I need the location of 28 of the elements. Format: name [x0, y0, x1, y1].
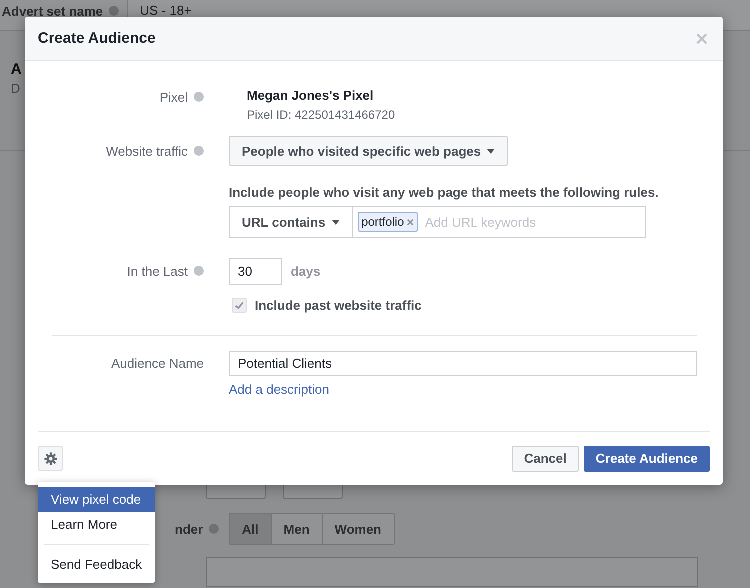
rules-heading: Include people who visit any web page that meets the following rules.: [229, 185, 659, 200]
condition-dropdown[interactable]: URL contains: [229, 206, 353, 238]
section-title: A: [11, 61, 22, 78]
field-label: Audience Name: [112, 356, 204, 371]
keywords-field[interactable]: portfolio Add URL keywords: [352, 206, 646, 238]
traffic-dropdown[interactable]: People who visited specific web pages: [229, 136, 508, 166]
pixel-name: Megan Jones's Pixel: [247, 88, 374, 103]
field-label: In the Last: [127, 264, 188, 279]
gender-option[interactable]: Women: [322, 514, 394, 544]
menu-item[interactable]: Send Feedback: [38, 552, 155, 577]
menu-item[interactable]: View pixel code: [38, 487, 155, 512]
create-audience-button[interactable]: Create Audience: [584, 446, 710, 472]
keyword-token: portfolio: [358, 212, 418, 232]
section-subtitle: D: [11, 81, 20, 96]
audience-name-field[interactable]: Potential Clients: [229, 351, 697, 376]
field-label: Advert set name: [1, 4, 104, 18]
days-field[interactable]: 30: [229, 258, 282, 285]
add-description-link[interactable]: Add a description: [229, 382, 330, 397]
menu-item[interactable]: Learn More: [38, 512, 155, 537]
gender-option[interactable]: Men: [270, 514, 322, 544]
unit-label: days: [291, 264, 321, 279]
checkbox-label: Include past website traffic: [255, 298, 422, 313]
field-label: nder: [175, 522, 204, 536]
pixel-id: Pixel ID: 422501431466720: [247, 108, 396, 122]
cancel-button[interactable]: Cancel: [512, 446, 579, 472]
field-label: Website traffic: [106, 144, 188, 159]
dialog-title: Create Audience: [38, 30, 156, 47]
field-label: Pixel: [160, 90, 188, 105]
